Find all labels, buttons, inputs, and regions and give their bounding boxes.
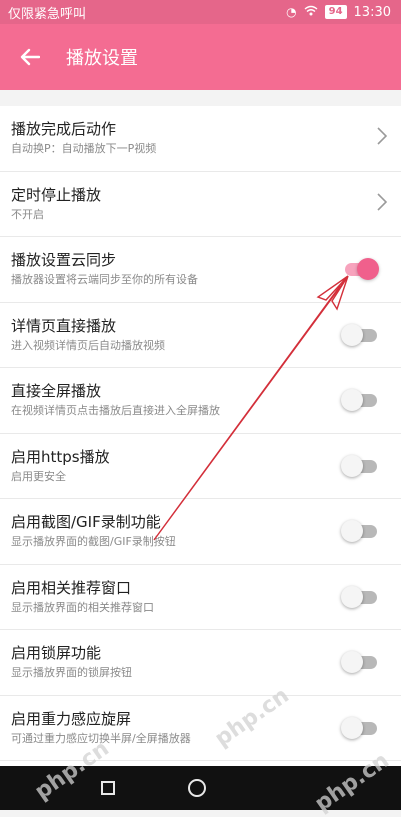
settings-list: 播放完成后动作 自动换P：自动播放下一P视频 定时停止播放 不开启 播放设置云同… bbox=[0, 106, 401, 766]
setting-row-related-window: 启用相关推荐窗口 显示播放界面的相关推荐窗口 bbox=[0, 565, 401, 630]
setting-title: 播放完成后动作 bbox=[11, 120, 117, 139]
status-icons: ◔ 94 13:30 bbox=[286, 5, 391, 20]
back-arrow-icon[interactable] bbox=[18, 45, 42, 69]
setting-row-https: 启用https播放 启用更安全 bbox=[0, 434, 401, 499]
https-toggle[interactable] bbox=[341, 454, 379, 478]
setting-row-cloud-sync: 播放设置云同步 播放器设置将云端同步至你的所有设备 bbox=[0, 237, 401, 303]
lock-screen-toggle[interactable] bbox=[341, 650, 379, 674]
setting-subtitle: 自动换P：自动播放下一P视频 bbox=[11, 142, 157, 156]
setting-row-fullscreen-play: 直接全屏播放 在视频详情页点击播放后直接进入全屏播放 bbox=[0, 368, 401, 434]
recents-square-icon[interactable] bbox=[101, 781, 115, 795]
setting-row-timed-stop[interactable]: 定时停止播放 不开启 bbox=[0, 172, 401, 237]
status-bar: 仅限紧急呼叫 ◔ 94 13:30 bbox=[0, 0, 401, 24]
home-circle-icon[interactable] bbox=[188, 779, 206, 797]
setting-row-detail-autoplay: 详情页直接播放 进入视频详情页后自动播放视频 bbox=[0, 303, 401, 368]
page-title: 播放设置 bbox=[66, 48, 138, 69]
system-nav-bar bbox=[0, 766, 401, 810]
app-bar: 播放设置 bbox=[0, 24, 401, 90]
related-window-toggle[interactable] bbox=[341, 585, 379, 609]
setting-row-screenshot-gif: 启用截图/GIF录制功能 显示播放界面的截图/GIF录制按钮 bbox=[0, 499, 401, 565]
setting-row-play-complete-action[interactable]: 播放完成后动作 自动换P：自动播放下一P视频 bbox=[0, 106, 401, 172]
detail-autoplay-toggle[interactable] bbox=[341, 323, 379, 347]
cloud-sync-toggle[interactable] bbox=[341, 257, 379, 281]
setting-subtitle: 不开启 bbox=[11, 207, 44, 221]
fullscreen-play-toggle[interactable] bbox=[341, 388, 379, 412]
battery-icon: 94 bbox=[324, 5, 347, 19]
clock: 13:30 bbox=[353, 4, 391, 20]
chevron-right-icon bbox=[377, 127, 388, 149]
gravity-rotate-toggle[interactable] bbox=[341, 716, 379, 740]
setting-row-lock-screen: 启用锁屏功能 显示播放界面的锁屏按钮 bbox=[0, 630, 401, 696]
wifi-icon bbox=[304, 5, 318, 20]
chevron-right-icon bbox=[377, 193, 388, 215]
setting-title: 定时停止播放 bbox=[11, 185, 102, 204]
hd-icon: ◔ bbox=[286, 5, 297, 19]
carrier-text: 仅限紧急呼叫 bbox=[8, 6, 87, 22]
screenshot-gif-toggle[interactable] bbox=[341, 519, 379, 543]
setting-row-gravity-rotate: 启用重力感应旋屏 可通过重力感应切换半屏/全屏播放器 bbox=[0, 696, 401, 761]
